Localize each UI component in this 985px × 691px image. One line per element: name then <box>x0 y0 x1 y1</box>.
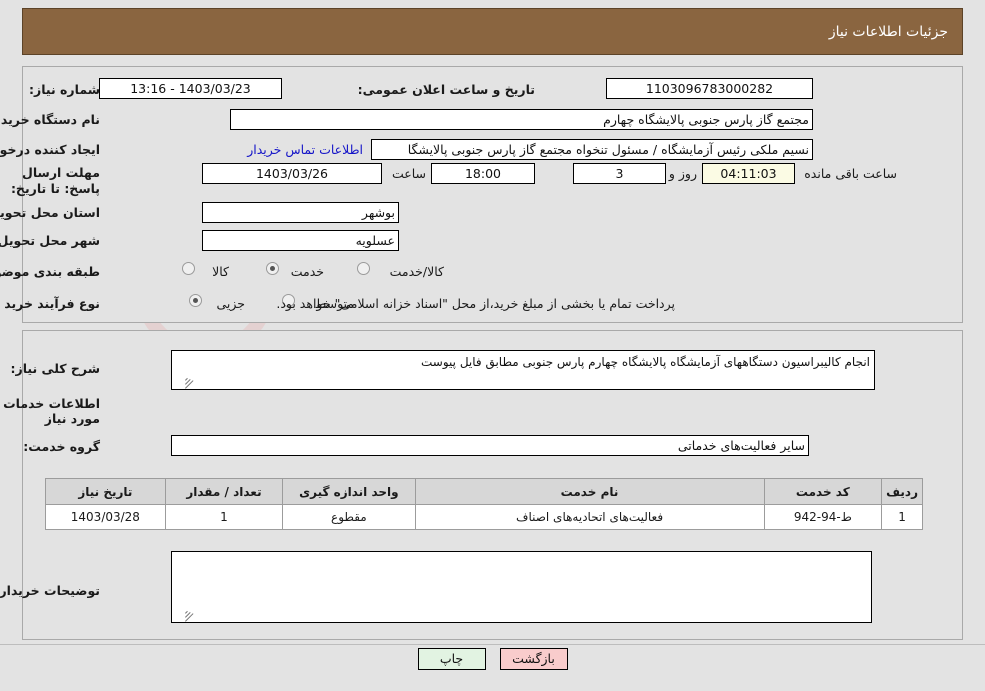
category-label: طبقه بندی موضوعی: <box>0 264 100 279</box>
city-label: شهر محل تحویل: <box>0 233 100 248</box>
back-button[interactable]: بازگشت <box>499 648 568 670</box>
need-number-label: شماره نیاز: <box>29 82 100 97</box>
cell-row-no: 1 <box>881 504 923 530</box>
category-radio-kala-khedmat-label: کالا/خدمت <box>389 264 444 279</box>
resize-grip-icon[interactable] <box>174 610 194 622</box>
footer-button-row: چاپ بازگشت <box>0 648 985 670</box>
category-radio-khedmat[interactable] <box>266 262 279 275</box>
province-field[interactable]: بوشهر <box>202 202 399 223</box>
service-group-field[interactable]: سایر فعالیت‌های خدماتی <box>171 435 809 456</box>
th-row-no: ردیف <box>881 478 923 505</box>
cell-service-name: فعالیت‌های اتحادیه‌های اصناف <box>414 504 765 530</box>
print-button[interactable]: چاپ <box>417 648 486 670</box>
category-radio-kala-khedmat[interactable] <box>357 262 370 275</box>
general-desc-textarea[interactable]: انجام کالیبراسیون دستگاههای آزمایشگاه پا… <box>171 350 875 390</box>
resize-grip-icon[interactable] <box>174 377 194 389</box>
page-title: جزئیات اطلاعات نیاز <box>828 23 948 40</box>
process-label: نوع فرآیند خرید : <box>0 296 100 311</box>
public-announce-label: تاریخ و ساعت اعلان عمومی: <box>357 82 535 97</box>
cell-need-date: 1403/03/28 <box>45 504 166 530</box>
service-group-label: گروه خدمت: <box>23 439 100 454</box>
category-radio-khedmat-label: خدمت <box>290 264 324 279</box>
page-header: جزئیات اطلاعات نیاز <box>22 8 963 55</box>
requester-label: ایجاد کننده درخواست: <box>0 142 100 157</box>
th-need-date: تاریخ نیاز <box>45 478 166 505</box>
footer-divider <box>0 644 985 645</box>
remaining-days-field[interactable]: 3 <box>573 163 666 184</box>
th-unit: واحد اندازه گیری <box>282 478 416 505</box>
process-radio-minor[interactable] <box>189 294 202 307</box>
cell-service-code: ط-94-942 <box>763 504 883 530</box>
th-quantity: تعداد / مقدار <box>164 478 284 505</box>
deadline-label: مهلت ارسال پاسخ: تا تاریخ: <box>10 165 100 196</box>
requester-field[interactable]: نسیم ملکی رئیس آزمایشگاه / مسئول تنخواه … <box>371 139 813 160</box>
deadline-hour-field[interactable]: 18:00 <box>431 163 535 184</box>
th-service-name: نام خدمت <box>414 478 765 505</box>
days-label: روز و <box>668 166 697 181</box>
process-radio-minor-label: جزیی <box>216 296 245 311</box>
need-summary-panel <box>22 66 963 323</box>
table-header-row: ردیف کد خدمت نام خدمت واحد اندازه گیری ت… <box>45 478 923 505</box>
cell-quantity: 1 <box>164 504 284 530</box>
general-desc-value: انجام کالیبراسیون دستگاههای آزمایشگاه پا… <box>421 355 870 369</box>
services-section-title: اطلاعات خدمات مورد نیاز <box>3 396 100 426</box>
table-row: 1 ط-94-942 فعالیت‌های اتحادیه‌های اصناف … <box>45 504 923 530</box>
th-service-code: کد خدمت <box>763 478 883 505</box>
category-radio-kala[interactable] <box>182 262 195 275</box>
page-root: AriaTender.net جزئیات اطلاعات نیاز شماره… <box>0 0 985 691</box>
countdown-field: 04:11:03 <box>702 163 795 184</box>
cell-unit: مقطوع <box>282 504 416 530</box>
buyer-org-field[interactable]: مجتمع گاز پارس جنوبی پالایشگاه چهارم <box>230 109 813 130</box>
general-desc-label: شرح کلی نیاز: <box>10 361 100 376</box>
buyer-contact-link[interactable]: اطلاعات تماس خریدار <box>247 142 363 157</box>
public-announce-field[interactable]: 1403/03/23 - 13:16 <box>99 78 282 99</box>
deadline-date-field[interactable]: 1403/03/26 <box>202 163 382 184</box>
category-radio-kala-label: کالا <box>212 264 229 279</box>
buyer-notes-textarea[interactable] <box>171 551 872 623</box>
province-label: استان محل تحویل: <box>0 205 100 220</box>
hour-label: ساعت <box>391 166 426 181</box>
buyer-notes-label: توضیحات خریدار: <box>0 583 100 598</box>
treasury-note: پرداخت تمام یا بخشی از مبلغ خرید،از محل … <box>276 296 675 311</box>
need-number-field[interactable]: 1103096783000282 <box>606 78 813 99</box>
remaining-label: ساعت باقی مانده <box>804 166 897 181</box>
city-field[interactable]: عسلویه <box>202 230 399 251</box>
buyer-org-label: نام دستگاه خریدار: <box>0 112 100 127</box>
services-table: ردیف کد خدمت نام خدمت واحد اندازه گیری ت… <box>45 478 923 530</box>
